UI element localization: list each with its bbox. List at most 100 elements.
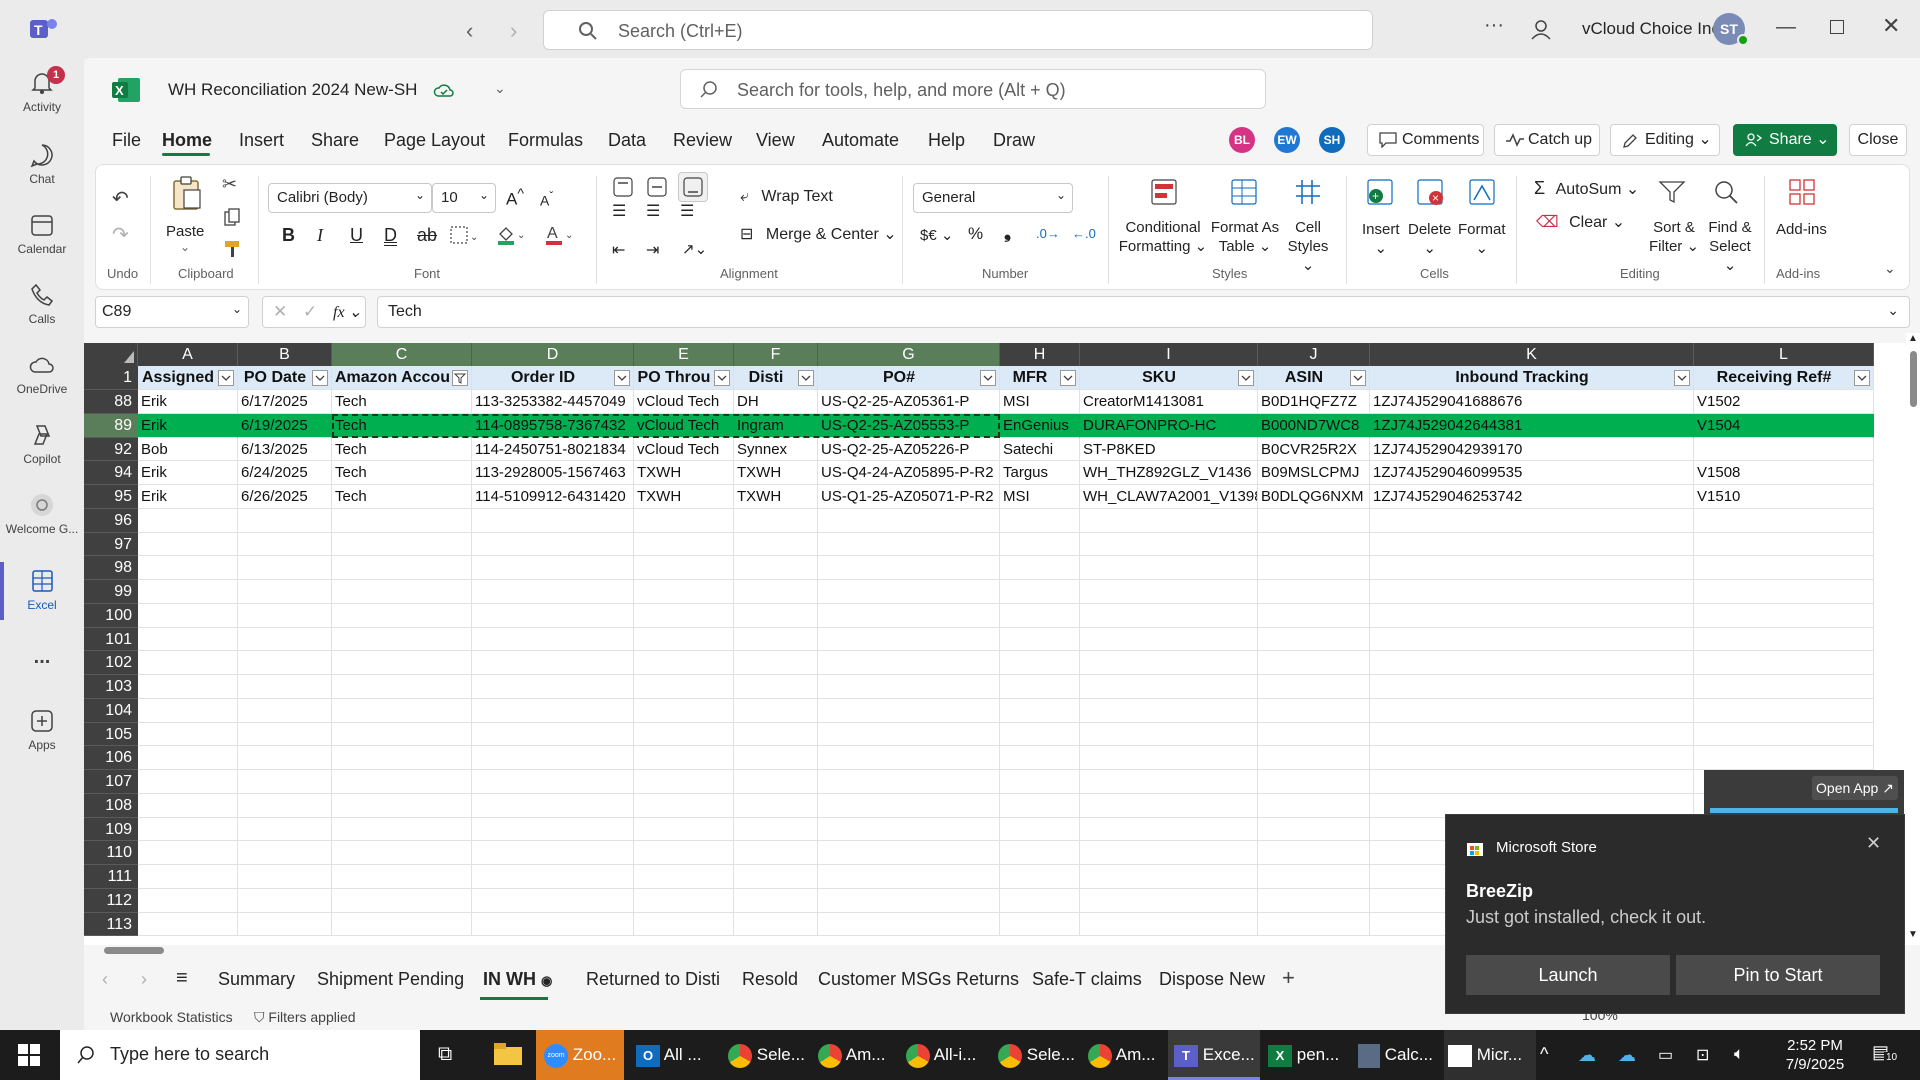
table-cell[interactable] [734,698,818,723]
table-cell[interactable] [138,698,238,723]
table-cell[interactable] [634,603,734,628]
taskbar-microsoft-store[interactable]: Micr... [1444,1030,1536,1080]
increase-decimal-icon[interactable]: .0→ [1036,226,1060,241]
taskbar-clock[interactable]: 2:52 PM 7/9/2025 [1770,1036,1860,1074]
table-cell[interactable]: Tech [332,437,472,462]
collapse-ribbon-chevron-icon[interactable]: ⌄ [1884,260,1896,277]
row-header[interactable]: 104 [84,698,138,723]
conditional-formatting-icon[interactable] [1150,178,1178,206]
table-cell[interactable]: Erik [138,390,238,414]
table-cell[interactable] [238,651,332,675]
table-cell[interactable] [1370,603,1694,628]
table-cell[interactable]: Erik [138,461,238,485]
sheet-tab-resold[interactable]: Resold [742,969,798,990]
table-cell[interactable] [1080,627,1258,652]
tab-file[interactable]: File [112,130,141,151]
table-cell[interactable] [238,556,332,580]
row-header[interactable]: 88 [84,390,138,414]
table-cell[interactable]: 6/17/2025 [238,390,332,414]
table-cell[interactable] [472,888,634,913]
table-cell[interactable]: MSI [1000,390,1080,414]
row-header[interactable]: 113 [84,912,138,937]
table-cell[interactable]: 114-5109912-6431420 [472,485,634,509]
table-cell[interactable] [238,865,332,889]
add-sheet-icon[interactable]: + [1282,965,1295,991]
network-icon[interactable]: ⊡ [1696,1045,1709,1065]
scroll-up-icon[interactable]: ▲ [1908,333,1918,344]
insert-cells-button[interactable]: Insert ⌄ [1362,220,1400,258]
table-cell[interactable] [634,675,734,699]
filter-dropdown-icon[interactable] [312,370,328,386]
table-cell[interactable]: B000ND7WC8 [1258,413,1370,438]
row-header[interactable]: 1 [84,366,138,390]
table-cell[interactable] [1000,532,1080,557]
table-cell[interactable] [472,556,634,580]
column-header-l[interactable]: L [1694,343,1874,366]
table-cell[interactable] [634,912,734,937]
table-cell[interactable] [472,675,634,699]
percent-style-icon[interactable]: % [968,224,983,244]
table-cell[interactable]: CreatorM1413081 [1080,390,1258,414]
file-explorer-icon[interactable] [494,1043,522,1065]
table-header-cell[interactable]: Order ID [472,366,634,390]
table-cell[interactable] [734,532,818,557]
sort-filter-button[interactable]: Sort & Filter ⌄ [1646,218,1702,256]
row-header[interactable]: 107 [84,770,138,794]
taskbar-chrome-4[interactable]: Sele... [994,1030,1080,1080]
table-cell[interactable]: B0D1HQFZ7Z [1258,390,1370,414]
filter-applied-icon[interactable] [452,370,468,386]
table-cell[interactable] [1000,651,1080,675]
table-cell[interactable] [1258,722,1370,747]
table-cell[interactable] [1370,580,1694,604]
table-cell[interactable] [472,508,634,533]
table-cell[interactable]: WH_THZ892GLZ_V1436 [1080,461,1258,485]
table-cell[interactable] [1080,651,1258,675]
table-cell[interactable] [138,888,238,913]
formula-input[interactable]: Tech ⌄ [377,296,1910,328]
taskbar-chrome-5[interactable]: Am... [1084,1030,1170,1080]
table-cell[interactable] [332,841,472,865]
font-size-dropdown[interactable]: 10 ⌄ [432,183,496,213]
table-cell[interactable]: Targus [1000,461,1080,485]
collaborator-avatar-ew[interactable]: EW [1274,127,1300,153]
column-header-i[interactable]: I [1080,343,1258,366]
orientation-icon[interactable]: ↗⌄ [682,240,707,258]
table-cell[interactable] [634,508,734,533]
comments-button[interactable]: Comments [1367,124,1484,156]
table-cell[interactable] [1000,770,1080,794]
table-cell[interactable] [238,532,332,557]
rail-copilot[interactable]: Copilot [0,422,84,466]
onedrive-tray-icon[interactable]: ☁ [1578,1045,1596,1066]
comma-style-icon[interactable]: ❟ [1004,222,1011,243]
column-header-j[interactable]: J [1258,343,1370,366]
table-cell[interactable] [472,651,634,675]
table-cell[interactable]: 6/19/2025 [238,413,332,438]
taskbar-chrome-2[interactable]: Am... [814,1030,900,1080]
tab-help[interactable]: Help [928,130,965,151]
filter-dropdown-icon[interactable] [980,370,996,386]
table-header-cell[interactable]: SKU [1080,366,1258,390]
table-cell[interactable] [634,651,734,675]
table-cell[interactable] [238,817,332,842]
table-cell[interactable] [472,841,634,865]
table-cell[interactable] [472,627,634,652]
teams-search-box[interactable]: Search (Ctrl+E) [543,10,1373,50]
taskbar-teams[interactable]: T Exce... [1168,1030,1260,1080]
teams-logo-icon[interactable]: T [28,16,58,42]
table-cell[interactable]: MSI [1000,485,1080,509]
table-cell[interactable] [1000,627,1080,652]
table-cell[interactable] [332,888,472,913]
cut-icon[interactable]: ✂ [222,174,237,195]
filter-dropdown-icon[interactable] [614,370,630,386]
table-cell[interactable]: WH_CLAW7A2001_V1398 [1080,485,1258,509]
cell-styles-icon[interactable] [1294,178,1322,206]
rail-activity[interactable]: 1 Activity [0,66,84,114]
table-cell[interactable] [634,556,734,580]
table-cell[interactable] [1080,841,1258,865]
row-header[interactable]: 89 [84,413,138,438]
align-middle-icon[interactable] [646,176,668,198]
table-cell[interactable] [818,865,1000,889]
confirm-entry-icon[interactable]: ✓ [303,302,317,322]
table-cell[interactable]: Synnex [734,437,818,462]
row-header[interactable]: 98 [84,556,138,580]
